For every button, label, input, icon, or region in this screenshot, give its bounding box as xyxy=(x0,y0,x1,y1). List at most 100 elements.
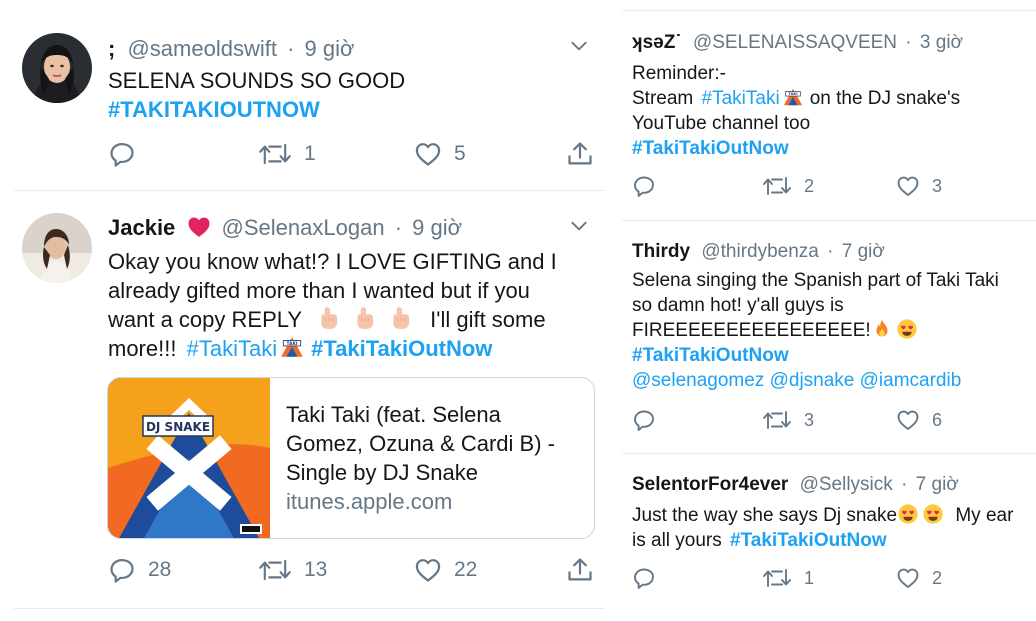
share-button[interactable] xyxy=(566,556,594,584)
display-name[interactable]: Thirdy xyxy=(632,241,690,262)
retweet-button[interactable]: 13 xyxy=(258,556,327,584)
reply-count: 28 xyxy=(148,558,172,581)
like-count: 6 xyxy=(932,409,943,430)
display-name[interactable]: Jackie xyxy=(108,215,175,240)
hashtag-link[interactable]: #TakiTakiOutNow xyxy=(632,343,999,368)
retweet-count: 2 xyxy=(804,175,815,196)
retweet-button[interactable]: 1 xyxy=(762,566,814,590)
hashtag-link[interactable]: #TakiTaki xyxy=(702,88,780,109)
timestamp[interactable]: 9 giờ xyxy=(305,36,355,61)
taki-taki-emoji xyxy=(782,86,804,108)
hashtag-link[interactable]: #TakiTakiOutNow xyxy=(632,136,960,161)
avatar[interactable] xyxy=(22,213,92,283)
tweet[interactable]: SelentorFor4ever @Sellysick · 7 giờ Just… xyxy=(612,454,1036,621)
tweet[interactable]: ʞsəZ˙ @SELENAISSAQVEEN · 3 giờ Reminder:… xyxy=(612,0,1036,220)
card-title-line: Gomez, Ozuna & Cardi B) - xyxy=(286,431,555,456)
text-segment: is all yours xyxy=(632,530,722,551)
reply-icon xyxy=(632,566,656,590)
like-button[interactable]: 2 xyxy=(896,566,942,590)
avatar[interactable] xyxy=(22,33,92,103)
text-line: Reminder:- xyxy=(632,63,726,84)
handle[interactable]: @Sellysick xyxy=(800,474,893,495)
text-segment: more!!! xyxy=(108,336,177,361)
tweet-header: SelentorFor4ever @Sellysick · 7 giờ xyxy=(632,474,959,496)
album-art: DJ SNAKE xyxy=(108,378,270,538)
reply-button[interactable] xyxy=(632,566,668,590)
timestamp[interactable]: 3 giờ xyxy=(920,32,963,53)
link-card[interactable]: DJ SNAKE Taki Taki (feat. Selena Gomez, … xyxy=(107,377,595,539)
reply-button[interactable] xyxy=(632,174,668,198)
handle[interactable]: @SelenaxLogan xyxy=(222,215,385,240)
retweet-count: 13 xyxy=(304,558,328,581)
tweet-text: Okay you know what!? I LOVE GIFTING and … xyxy=(108,247,557,363)
like-button[interactable]: 22 xyxy=(414,556,477,584)
pointing-hand-emoji xyxy=(388,305,414,331)
reply-icon xyxy=(632,174,656,198)
text-segment: want a copy REPLY xyxy=(108,307,302,332)
right-timeline: ʞsəZ˙ @SELENAISSAQVEEN · 3 giờ Reminder:… xyxy=(612,0,1036,621)
fire-emoji xyxy=(871,318,893,340)
text-segment: Just the way she says Dj snake xyxy=(632,505,898,526)
retweet-button[interactable]: 3 xyxy=(762,408,814,432)
share-icon xyxy=(566,140,594,168)
hashtag-link[interactable]: #TakiTakiOutNow xyxy=(311,336,492,361)
timestamp[interactable]: 7 giờ xyxy=(842,241,885,262)
tweet[interactable]: ; @sameoldswift · 9 giờ SELENA SOUNDS SO… xyxy=(0,0,612,190)
like-button[interactable]: 5 xyxy=(414,140,466,168)
like-icon xyxy=(896,174,920,198)
retweet-button[interactable]: 1 xyxy=(258,140,316,168)
like-icon xyxy=(896,566,920,590)
retweet-count: 3 xyxy=(804,409,815,430)
hashtag-link[interactable]: #TakiTaki xyxy=(187,336,277,361)
text-segment: Stream xyxy=(632,88,694,109)
like-count: 22 xyxy=(454,558,478,581)
text-line-with-hashtag: is all yours #TakiTakiOutNow xyxy=(632,528,1013,553)
display-name[interactable]: ʞsəZ˙ xyxy=(632,32,682,53)
heart-eyes-emoji xyxy=(896,318,918,340)
retweet-button[interactable]: 2 xyxy=(762,174,814,198)
reply-button[interactable] xyxy=(632,408,668,432)
retweet-count: 1 xyxy=(804,567,815,588)
timestamp[interactable]: 9 giờ xyxy=(412,215,462,240)
timestamp[interactable]: 7 giờ xyxy=(916,474,959,495)
hashtag-link[interactable]: #TakiTakiOutNow xyxy=(730,530,887,551)
share-button[interactable] xyxy=(566,140,594,168)
display-name[interactable]: ; xyxy=(108,36,115,61)
reply-icon xyxy=(108,556,136,584)
taki-taki-emoji xyxy=(279,334,305,360)
retweet-icon xyxy=(762,408,792,432)
card-domain: itunes.apple.com xyxy=(286,489,453,514)
tweet-text: Just the way she says Dj snake My ear is… xyxy=(632,503,1013,553)
pointing-hand-emoji xyxy=(316,305,342,331)
album-art-label: DJ SNAKE xyxy=(146,420,210,434)
text-line: Okay you know what!? I LOVE GIFTING and … xyxy=(108,249,557,274)
handle[interactable]: @sameoldswift xyxy=(127,36,277,61)
chevron-down-icon[interactable] xyxy=(566,216,592,236)
tweet-text: SELENA SOUNDS SO GOOD #TAKITAKIOUTNOW xyxy=(108,66,405,124)
separator-dot: · xyxy=(287,36,295,61)
like-count: 2 xyxy=(932,567,943,588)
like-button[interactable]: 3 xyxy=(896,174,942,198)
text-line-with-hashtags: more!!! #TakiTaki #TakiTakiOutNow xyxy=(108,334,557,363)
tweet-text: Reminder:- Stream #TakiTaki on the DJ sna… xyxy=(632,61,960,161)
text-line: SELENA SOUNDS SO GOOD xyxy=(108,68,406,93)
hashtag-link[interactable]: #TAKITAKIOUTNOW xyxy=(108,95,405,124)
reply-button[interactable]: 28 xyxy=(108,556,171,584)
pointing-hand-emoji xyxy=(352,305,378,331)
handle[interactable]: @thirdybenza xyxy=(701,241,819,262)
separator-dot: · xyxy=(901,474,908,495)
mentions[interactable]: @selenagomez @djsnake @iamcardib xyxy=(632,368,999,393)
reply-button[interactable] xyxy=(108,140,148,168)
separator-dot: · xyxy=(827,241,834,262)
handle[interactable]: @SELENAISSAQVEEN xyxy=(693,32,897,53)
like-count: 5 xyxy=(454,142,466,165)
text-segment: FIREEEEEEEEEEEEEEEE! xyxy=(632,320,871,341)
separator-dot: · xyxy=(905,32,912,53)
text-segment: on the DJ snake's xyxy=(809,88,961,109)
display-name[interactable]: SelentorFor4ever xyxy=(632,474,788,495)
chevron-down-icon[interactable] xyxy=(566,36,592,56)
text-line-with-emoji: Just the way she says Dj snake My ear xyxy=(632,503,1013,528)
retweet-count: 1 xyxy=(304,142,316,165)
tweet[interactable]: Thirdy @thirdybenza · 7 giờ Selena singi… xyxy=(612,221,1036,453)
like-button[interactable]: 6 xyxy=(896,408,942,432)
